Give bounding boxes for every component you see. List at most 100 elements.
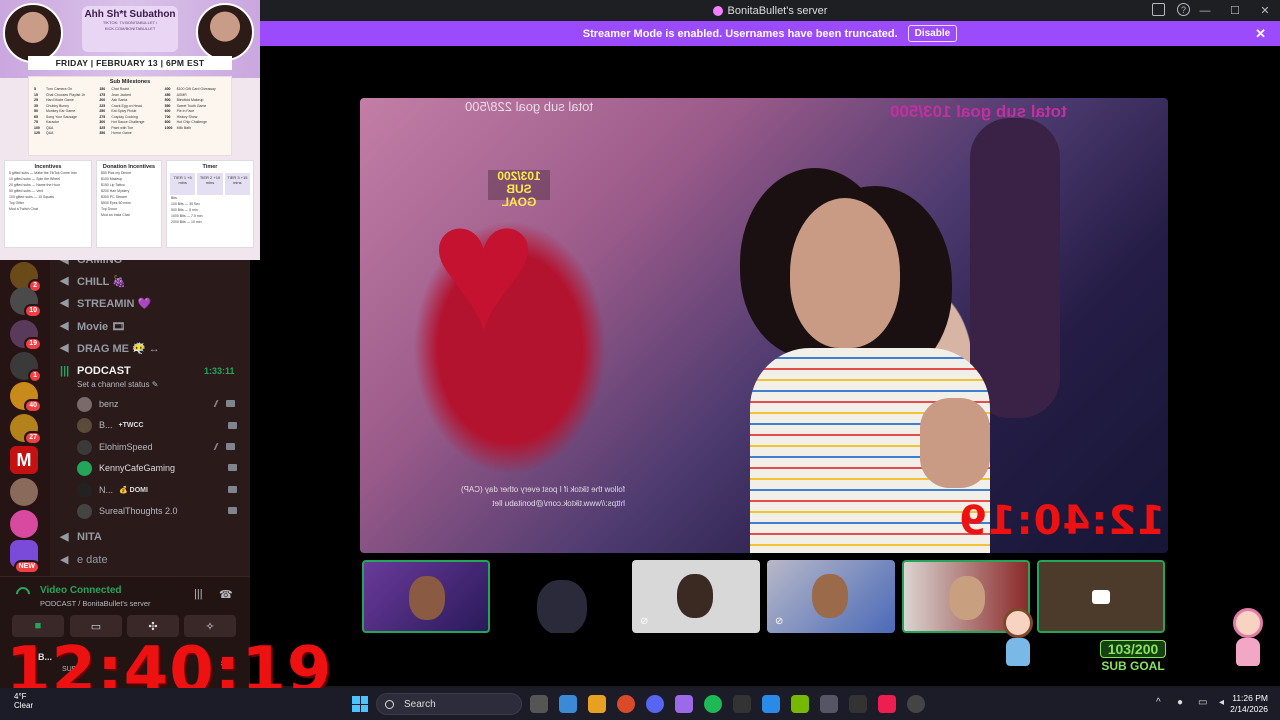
activities-icon: ✣ xyxy=(148,620,158,633)
nvidia-icon[interactable] xyxy=(791,695,809,713)
voice-user[interactable]: KennyCafeGaming xyxy=(77,458,175,478)
screen-share-icon: ▭ xyxy=(90,620,102,633)
close-button[interactable]: ✕ xyxy=(1250,0,1280,21)
channel-podcast[interactable]: ||| PODCAST xyxy=(60,361,131,381)
mirrored-subgoal: 103/200 SUB GOAL xyxy=(488,169,550,209)
tiktok-icon[interactable] xyxy=(878,695,896,713)
mirrored-goal-left: total sub goal 228/500 xyxy=(465,99,593,114)
disconnect-icon[interactable]: ☎ xyxy=(219,588,233,601)
channel-e-date[interactable]: ◀ e date xyxy=(60,550,108,570)
chibi-sticker xyxy=(1230,608,1266,668)
muted-icon xyxy=(213,443,224,450)
camera-icon xyxy=(1092,589,1110,604)
copilot-icon[interactable] xyxy=(559,695,577,713)
donation-item: Mod an Insta Chat xyxy=(101,213,130,217)
weather-widget[interactable]: 4°F Clear xyxy=(14,692,33,710)
channel-drag-me[interactable]: ◀ DRAG ME 😶‍🌫️ ↔ xyxy=(60,338,160,358)
server-icon[interactable] xyxy=(10,478,38,506)
poster-title: Ahh Sh*t Subathon xyxy=(84,9,176,20)
task-view-icon[interactable] xyxy=(530,695,548,713)
speaker-icon: ◀ xyxy=(60,342,69,354)
discord-icon[interactable] xyxy=(646,695,664,713)
server-icon[interactable]: NEW xyxy=(10,540,40,574)
channel-streamin[interactable]: ◀ STREAMIN 💜 xyxy=(60,293,151,313)
search-box[interactable]: Search xyxy=(376,693,522,715)
obs-icon[interactable] xyxy=(907,695,925,713)
server-icon[interactable]: 27 xyxy=(10,414,42,445)
help-icon[interactable]: ? xyxy=(1177,3,1190,16)
channel-timer: 1:33:11 xyxy=(204,366,235,376)
channel-status[interactable]: Set a channel status ✎ xyxy=(77,380,158,389)
file-explorer-icon[interactable] xyxy=(588,695,606,713)
server-icon[interactable]: M xyxy=(10,446,38,474)
sub-goal-value: 103/200 xyxy=(1100,640,1166,658)
close-banner-icon[interactable]: ✕ xyxy=(1255,26,1266,42)
epic-games-icon[interactable] xyxy=(733,695,751,713)
voice-user[interactable]: ElohimSpeed xyxy=(77,437,153,457)
app-icon[interactable] xyxy=(762,695,780,713)
participant-tile[interactable] xyxy=(362,560,490,633)
participant-video xyxy=(537,580,587,633)
streamer-mode-banner: Streamer Mode is enabled. Usernames have… xyxy=(260,21,1280,46)
noise-suppression-icon[interactable]: ||| xyxy=(194,588,203,600)
camera-icon xyxy=(226,443,235,450)
participant-tile[interactable] xyxy=(1037,560,1165,633)
server-icon[interactable]: 19 xyxy=(10,320,42,351)
mirrored-clock: 12:40:19 xyxy=(958,498,1165,544)
speaker-icon: ◀ xyxy=(60,275,69,287)
milestone-item: 125 Q&A xyxy=(34,131,54,135)
app-icon[interactable] xyxy=(849,695,867,713)
milestones-box: Sub Milestones 5 Turn Camera On 15 Chat Cho… xyxy=(28,76,232,156)
channel-movie[interactable]: ◀ Movie 🎞 xyxy=(60,316,125,336)
avatar xyxy=(77,396,92,412)
spotify-icon[interactable] xyxy=(704,695,722,713)
participant-tile[interactable] xyxy=(497,560,625,633)
signal-icon[interactable] xyxy=(13,584,33,604)
stream-video[interactable]: ♥ total sub goal 228/500 total sub goal … xyxy=(360,98,1168,553)
maximize-button[interactable]: ☐ xyxy=(1220,0,1250,21)
sub-goal-label: SUB GOAL xyxy=(1101,659,1165,673)
server-icon[interactable]: 2 xyxy=(10,262,42,293)
chrome-icon[interactable] xyxy=(617,695,635,713)
chevron-up-icon[interactable]: ^ xyxy=(1156,697,1167,708)
poster-title-box: Ahh Sh*t Subathon TIKTOK: TV.BONITABULLE… xyxy=(82,6,178,52)
server-icon[interactable] xyxy=(10,510,38,538)
server-icon xyxy=(712,5,723,16)
avatar xyxy=(77,439,92,455)
participant-tile[interactable]: ⊘ xyxy=(632,560,760,633)
start-button[interactable] xyxy=(352,696,368,712)
participant-tile[interactable]: ⊘ xyxy=(767,560,895,633)
server-icon[interactable]: 1 xyxy=(10,352,42,383)
network-icon[interactable]: ▭ xyxy=(1198,697,1209,708)
server-icon[interactable]: 40 xyxy=(10,382,42,413)
milestone-item: 1000 Milk Bath xyxy=(164,125,192,130)
game-app-icon[interactable] xyxy=(675,695,693,713)
participant-video xyxy=(409,576,445,620)
streamer xyxy=(750,168,1010,553)
voice-location[interactable]: PODCAST / BonitaBullet's server xyxy=(40,599,151,608)
microphone-icon[interactable]: ● xyxy=(1177,697,1188,708)
app-icon[interactable] xyxy=(820,695,838,713)
camera-icon xyxy=(226,400,235,407)
disable-streamer-mode-button[interactable]: Disable xyxy=(907,25,958,42)
streamer-photo xyxy=(3,3,63,63)
poster-date: FRIDAY | FEBRUARY 13 | 6PM EST xyxy=(28,56,232,70)
voice-user[interactable]: B... +TWCC xyxy=(77,415,144,435)
voice-user[interactable]: benz xyxy=(77,394,119,414)
volume-icon[interactable]: ◂ xyxy=(1219,697,1230,708)
incentives-box: Incentives 5 gifted subs — Make the TikT… xyxy=(4,160,92,248)
inbox-icon[interactable] xyxy=(1152,3,1165,16)
camera-icon xyxy=(228,422,237,429)
bits-item: 2000 Bits — 10 min xyxy=(171,220,202,224)
speaker-icon: ◀ xyxy=(60,320,69,332)
channel-nita[interactable]: ◀ NITA xyxy=(60,527,102,547)
system-clock[interactable]: 11:26 PM 2/14/2026 xyxy=(1230,693,1268,715)
minimize-button[interactable]: — xyxy=(1190,0,1220,21)
voice-user[interactable]: N... 💰 DOMI xyxy=(77,480,148,500)
voice-user[interactable]: SurealThoughts 2.0 xyxy=(77,501,178,521)
speaker-icon: ◀ xyxy=(60,297,69,309)
streamer-photo xyxy=(196,3,254,61)
server-icon[interactable]: 10 xyxy=(10,287,42,318)
chibi-sticker xyxy=(1000,608,1036,668)
channel-chill[interactable]: ◀ CHILL 🍇 xyxy=(60,271,126,291)
